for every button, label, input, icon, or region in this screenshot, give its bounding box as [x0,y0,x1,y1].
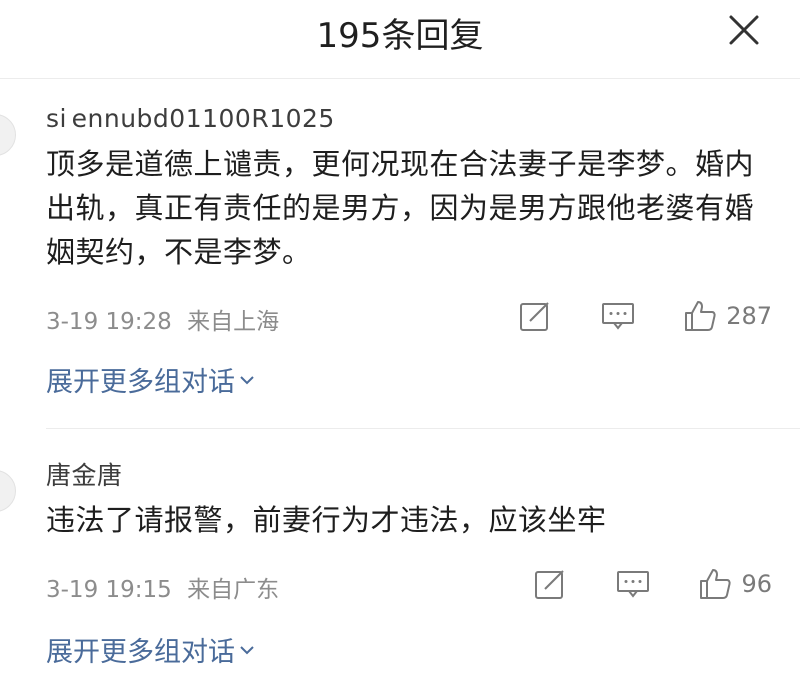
comment-meta: 3-19 19:15 来自广东 [46,570,279,604]
comment-item: si ennubd01100R1025 顶多是道德上谴责，更何况现在合法妻子是李… [0,96,800,426]
chevron-down-icon [240,375,254,384]
comment-button[interactable] [615,568,651,600]
comment-icon [602,303,635,330]
comment-actions: 96 [533,566,772,602]
like-button[interactable]: 287 [682,298,772,334]
avatar[interactable] [0,470,16,512]
comment-actions: 287 [518,298,772,334]
like-count: 96 [741,570,772,598]
like-button[interactable]: 96 [697,566,772,602]
like-icon [700,569,732,599]
comment-location: 来自广东 [187,577,280,603]
expand-replies-label: 展开更多组对话 [46,637,235,668]
comment-icon [617,571,650,598]
comment-text: 违法了请报警，前妻行为才违法，应该坐牢 [46,503,607,537]
expand-replies-link[interactable]: 展开更多组对话 [46,360,255,399]
share-icon [520,302,549,331]
comment-divider [46,428,800,429]
chevron-down-icon [240,645,254,654]
comment-time: 3-19 19:15 [46,577,172,603]
share-button[interactable] [533,567,567,601]
dialog-header: 195条回复 [0,0,800,79]
comment-item: 唐金唐 违法了请报警，前妻行为才违法，应该坐牢 3-19 19:15 来自广东 [0,452,800,684]
comment-meta: 3-19 19:28 来自上海 [46,302,279,336]
expand-replies-label: 展开更多组对话 [46,367,235,398]
avatar[interactable] [0,114,16,156]
comment-time: 3-19 19:28 [46,309,172,335]
share-icon [535,570,565,599]
expand-replies-link[interactable]: 展开更多组对话 [46,630,255,669]
like-count: 287 [726,302,772,330]
comment-location: 来自上海 [187,309,280,335]
comment-username[interactable]: si ennubd01100R1025 [46,104,335,133]
comment-button[interactable] [600,300,636,332]
comment-username[interactable]: 唐金唐 [46,456,123,492]
comment-text: 顶多是道德上谴责，更何况现在合法妻子是李梦。婚内出轨，真正有责任的是男方，因为是… [46,147,755,269]
like-icon [685,301,716,331]
share-button[interactable] [518,299,552,333]
reply-count-title: 195条回复 [316,16,484,56]
close-icon[interactable] [726,12,762,48]
